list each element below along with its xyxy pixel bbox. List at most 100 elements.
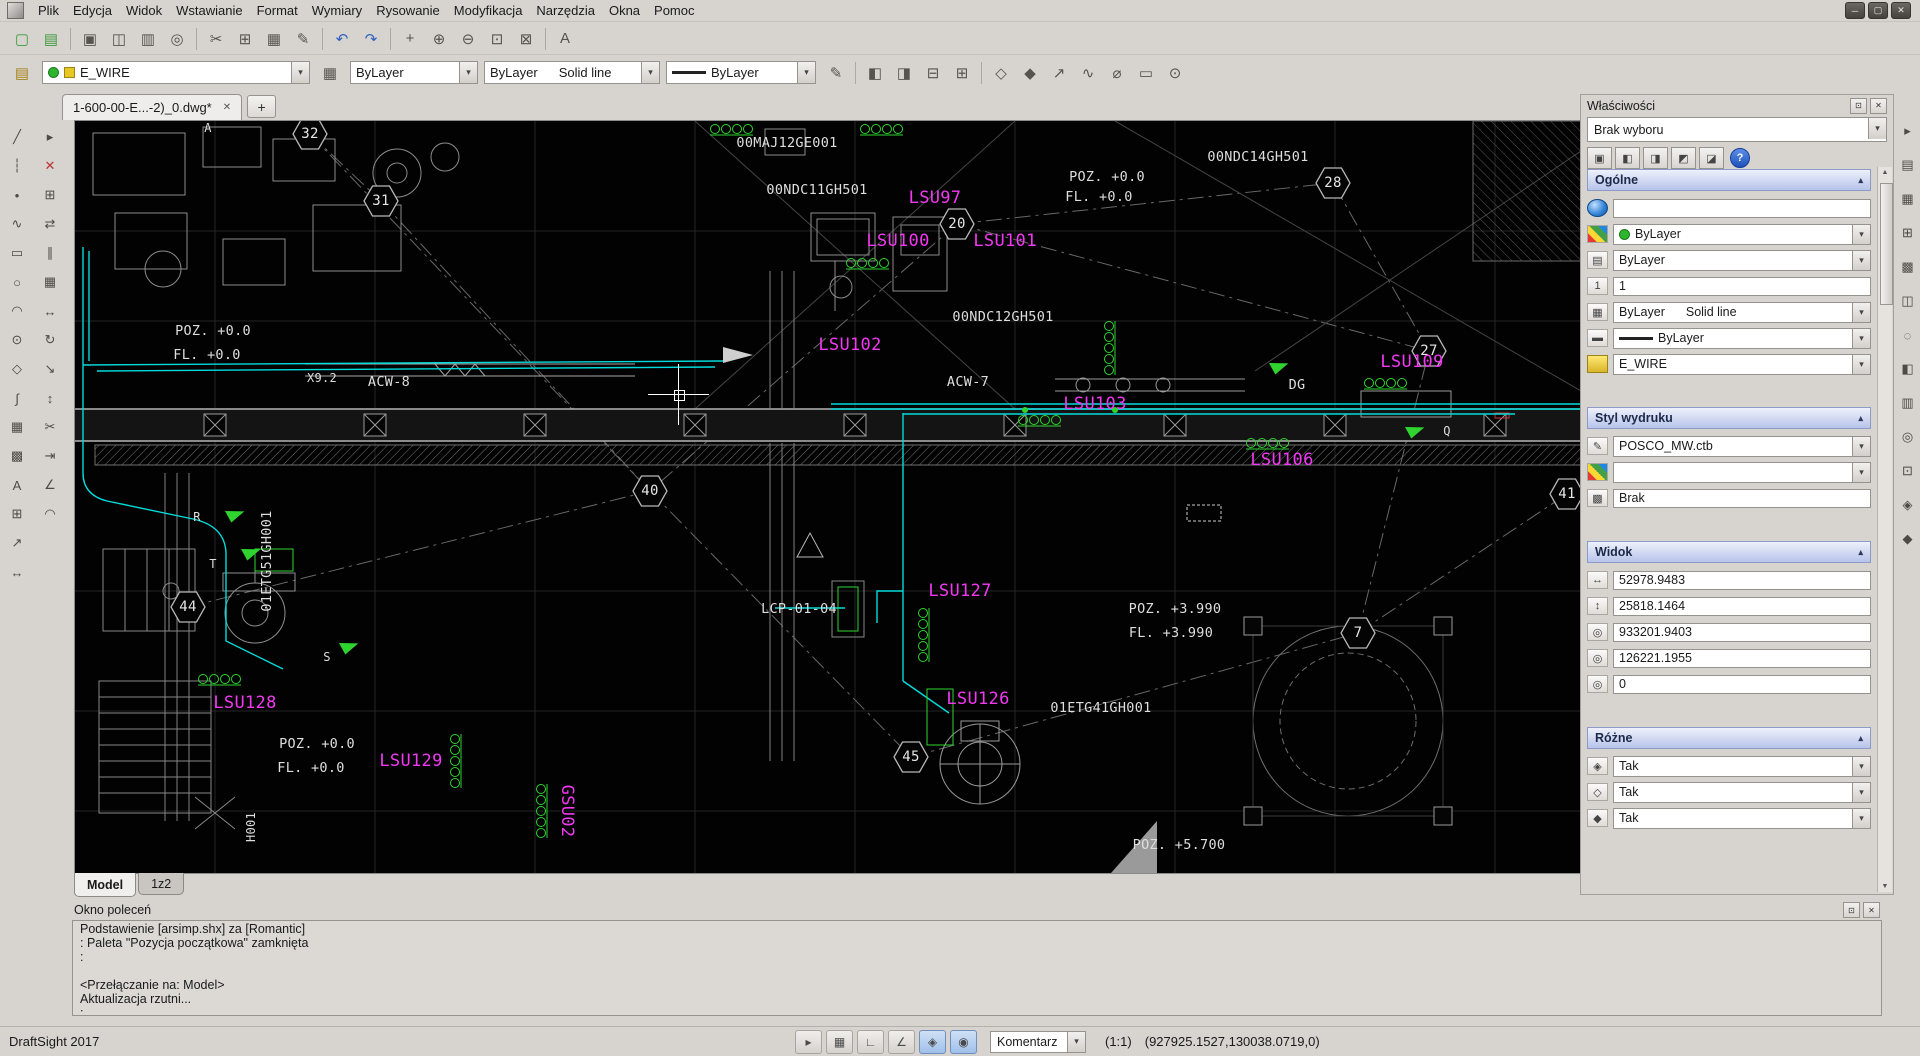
active-layer-select[interactable]: E_WIRE ▾ (42, 61, 310, 84)
infinite-line-tool[interactable]: ┆ (4, 153, 31, 179)
rectangle-tool[interactable]: ▭ (4, 240, 31, 266)
menu-rysowanie[interactable]: Rysowanie (369, 1, 447, 20)
line-style-select[interactable]: ByLayer ▾ (1613, 250, 1871, 271)
menu-plik[interactable]: Plik (31, 1, 66, 20)
macros-icon[interactable]: ◈ (1894, 492, 1920, 518)
compare-icon[interactable]: ◧ (1894, 356, 1920, 382)
menu-okna[interactable]: Okna (602, 1, 647, 20)
menu-wymiary[interactable]: Wymiary (305, 1, 369, 20)
pan-icon[interactable]: + (396, 25, 424, 53)
line-style-name-select[interactable]: ByLayer Solid line ▾ (1613, 302, 1871, 323)
print-icon[interactable]: ▥ (134, 25, 162, 53)
region-tool[interactable]: ▩ (4, 443, 31, 469)
undo-icon[interactable]: ↶ (328, 25, 356, 53)
print-lineweight-field[interactable]: Brak (1613, 489, 1871, 508)
named-views-icon[interactable]: ◎ (1894, 424, 1920, 450)
highlight-icon[interactable]: ◩ (1671, 147, 1696, 169)
arc-tool[interactable]: ◠ (4, 298, 31, 324)
scrollbar-thumb[interactable] (1880, 183, 1893, 305)
misc-select-2[interactable]: Tak ▾ (1613, 782, 1871, 803)
diameter-dimension-icon[interactable]: ⌀ (1103, 59, 1131, 87)
zoom-out-icon[interactable]: ⊖ (454, 25, 482, 53)
print-table-select[interactable]: ▾ (1613, 462, 1871, 483)
dock-panel-icon[interactable]: ⊡ (1843, 902, 1860, 918)
trim-tool[interactable]: ✂ (37, 414, 64, 440)
comment-select[interactable]: Komentarz ▾ (990, 1031, 1086, 1053)
zoom-fit-icon[interactable]: ⊠ (512, 25, 540, 53)
pointer-mode-toggle[interactable]: ▸ (795, 1030, 822, 1054)
zoom-in-icon[interactable]: ⊕ (425, 25, 453, 53)
save-document-icon[interactable]: ◫ (105, 25, 133, 53)
mirror-tool[interactable]: ⇄ (37, 211, 64, 237)
scroll-up-icon[interactable]: ▲ (1882, 169, 1889, 176)
pdf-underlay-icon[interactable]: ◫ (1894, 288, 1920, 314)
window-minimize-icon[interactable]: ─ (1845, 2, 1865, 19)
select-matching-icon[interactable]: ◨ (1643, 147, 1668, 169)
match-properties-icon[interactable]: ✎ (822, 59, 850, 87)
polyline-tool[interactable]: ∿ (4, 211, 31, 237)
line-tool[interactable]: ╱ (4, 124, 31, 150)
select-entities-icon[interactable]: ▣ (1587, 147, 1612, 169)
snap-toggle[interactable]: ▦ (826, 1030, 853, 1054)
command-history[interactable]: Podstawienie [arsimp.shx] za [Romantic]:… (72, 920, 1882, 1016)
redo-icon[interactable]: ↷ (357, 25, 385, 53)
line-color-select[interactable]: ByLayer ▾ (1613, 224, 1871, 245)
images-panel-icon[interactable]: ▩ (1894, 254, 1920, 280)
format-painter-icon[interactable]: ✎ (289, 25, 317, 53)
misc-select-1[interactable]: Tak ▾ (1613, 756, 1871, 777)
annotation-scale-icon[interactable]: A (551, 25, 579, 53)
chamfer-tool[interactable]: ∠ (37, 472, 64, 498)
section-misc[interactable]: Różne ▴ (1587, 727, 1871, 749)
pattern-tool[interactable]: ▦ (37, 269, 64, 295)
pointer-panel-icon[interactable]: ▸ (1894, 118, 1920, 144)
layer-preview-icon[interactable]: ◧ (861, 59, 889, 87)
notes-panel-icon[interactable]: ▤ (1894, 152, 1920, 178)
drawing-canvas[interactable]: A00MAJ12GE00100NDC11GH50100NDC14GH501POZ… (74, 120, 1582, 874)
scroll-down-icon[interactable]: ▼ (1882, 883, 1889, 890)
new-document-icon[interactable]: ▢ (8, 25, 36, 53)
ellipse-tool[interactable]: ⊙ (4, 327, 31, 353)
view-center-z-field[interactable]: 0 (1613, 675, 1871, 694)
close-panel-icon[interactable]: ✕ (1863, 902, 1880, 918)
options-icon[interactable]: ◆ (1894, 526, 1920, 552)
print-preview-icon[interactable]: ◎ (163, 25, 191, 53)
select-tool[interactable]: ▸ (37, 124, 64, 150)
document-tab[interactable]: 1-600-00-E...-2)_0.dwg* ✕ (62, 94, 242, 120)
move-tool[interactable]: ↔ (37, 298, 64, 324)
new-tab-button[interactable]: + (247, 95, 276, 118)
ortho-toggle[interactable]: ∟ (857, 1030, 884, 1054)
erase-tool[interactable]: ✕ (37, 153, 64, 179)
section-general[interactable]: Ogólne ▴ (1587, 169, 1871, 191)
menu-pomoc[interactable]: Pomoc (647, 1, 701, 20)
fillet-tool[interactable]: ◠ (37, 501, 64, 527)
view-width-field[interactable]: 52978.9483 (1613, 571, 1871, 590)
layers-manager-icon[interactable]: ▤ (8, 59, 36, 87)
sheets-panel-icon[interactable]: ⊡ (1894, 458, 1920, 484)
hide-layer-icon[interactable]: ⊟ (919, 59, 947, 87)
spline-edit-icon[interactable]: ∿ (1074, 59, 1102, 87)
open-document-icon[interactable]: ▤ (37, 25, 65, 53)
hyperlink-field[interactable] (1613, 199, 1871, 218)
center-mark-icon[interactable]: ⊙ (1161, 59, 1189, 87)
dock-panel-icon[interactable]: ⊡ (1850, 98, 1867, 114)
line-scale-field[interactable]: 1 (1613, 277, 1871, 296)
quick-select-icon[interactable]: ◧ (1615, 147, 1640, 169)
extend-tool[interactable]: ⇥ (37, 443, 64, 469)
polygon-tool[interactable]: ◇ (4, 356, 31, 382)
smart-dimension-icon[interactable]: ↗ (1045, 59, 1073, 87)
boundary-box-icon[interactable]: ▭ (1132, 59, 1160, 87)
entity-snap-toggle[interactable]: ◈ (919, 1030, 946, 1054)
window-maximize-icon[interactable]: ▢ (1868, 2, 1888, 19)
references-panel-icon[interactable]: ⊞ (1894, 220, 1920, 246)
offset-tool[interactable]: ∥ (37, 240, 64, 266)
circle-tool[interactable]: ○ (4, 269, 31, 295)
close-icon[interactable]: ✕ (223, 102, 231, 113)
leader-tool[interactable]: ↗ (4, 530, 31, 556)
menu-wstawianie[interactable]: Wstawianie (169, 1, 249, 20)
help-icon[interactable]: ? (1730, 148, 1750, 168)
note-tool[interactable]: A (4, 472, 31, 498)
copy-entities-tool[interactable]: ⊞ (37, 182, 64, 208)
line-weight-select[interactable]: ByLayer ▾ (666, 61, 816, 84)
spline-tool[interactable]: ∫ (4, 385, 31, 411)
line-weight-select[interactable]: ByLayer ▾ (1613, 328, 1871, 349)
